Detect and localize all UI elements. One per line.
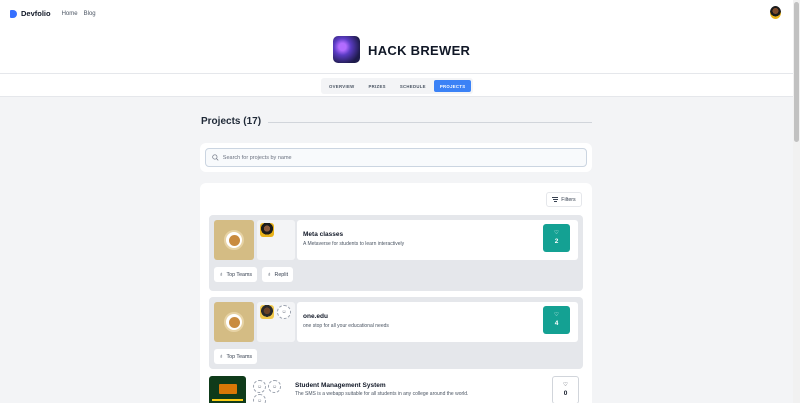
tab-group: OVERVIEW PRIZES SCHEDULE PROJECTS [321,78,474,94]
search-icon [212,154,219,161]
award-icon: ♁ [219,271,224,278]
project-details[interactable]: Student Management System The SMS is a w… [289,376,579,403]
hackathon-header: HACK BREWER [0,27,793,73]
member-placeholder-icon: ☺ [253,380,266,393]
project-name: Student Management System [295,382,386,389]
heart-icon: ♡ [563,381,568,388]
scrollbar-thumb[interactable] [794,2,799,142]
member-placeholder-icon: ☺ [277,305,291,319]
nav-link-blog[interactable]: Blog [84,11,96,17]
member-placeholder-icon: ☺ [268,380,281,393]
page-scrollbar[interactable] [793,0,800,403]
project-details[interactable]: one.edu one stop for all your educationa… [297,302,578,342]
thumbnail-graphic [219,384,237,394]
like-count: 4 [554,320,559,327]
member-avatar[interactable] [260,223,274,237]
tab-projects[interactable]: PROJECTS [433,80,472,92]
project-thumbnail [209,376,246,403]
project-name: Meta classes [303,231,344,238]
thumbnail-graphic [212,399,243,401]
like-button[interactable]: ♡ 2 [543,224,570,252]
like-count: 2 [554,238,559,245]
trophy-badge-icon [224,312,244,332]
member-avatar[interactable] [260,305,274,319]
award-icon: ♁ [267,271,272,278]
brand-name: Devfolio [21,9,51,18]
project-card-meta-classes[interactable]: Meta classes A Metaverse for students to… [209,215,583,291]
nav-link-home[interactable]: Home [62,11,78,17]
tag-top-teams[interactable]: ♁ Top Teams [214,349,258,364]
tag-label: Top Teams [226,271,253,278]
project-details[interactable]: Meta classes A Metaverse for students to… [297,220,578,260]
filter-icon [552,197,559,202]
like-button[interactable]: ♡ 4 [543,306,570,334]
trophy-badge-icon [224,230,244,250]
like-button[interactable]: ♡ 0 [552,376,579,403]
heart-icon: ♡ [554,311,559,318]
devfolio-logo-icon [10,9,17,18]
top-navbar: Devfolio Home Blog [0,0,793,27]
filters-button[interactable]: Filters [546,192,582,207]
member-placeholder-icon: ☺ [253,394,266,403]
project-description: A Metaverse for students to learn intera… [303,241,405,247]
tag-replit[interactable]: ♁ Replit [262,267,294,282]
projects-heading: Projects (17) [201,116,262,127]
tag-top-teams[interactable]: ♁ Top Teams [214,267,258,282]
search-box[interactable] [205,148,587,167]
projects-panel: Filters Meta classes A Metaverse for stu… [200,183,592,403]
team-members: ☺ [257,302,295,342]
project-card-one-edu[interactable]: ☺ one.edu one stop for all your educatio… [209,297,583,369]
team-members [257,220,295,260]
hackathon-logo [333,36,360,63]
search-container [200,143,592,172]
project-tags: ♁ Top Teams [214,349,258,364]
tab-prizes[interactable]: PRIZES [362,80,391,92]
award-icon: ♁ [219,353,224,360]
tag-label: Replit [274,271,289,278]
tab-overview[interactable]: OVERVIEW [323,80,360,92]
tabs-bar: OVERVIEW PRIZES SCHEDULE PROJECTS [0,73,793,97]
project-description: one stop for all your educational needs [303,323,389,329]
heading-divider [268,122,592,123]
user-avatar[interactable] [770,6,781,19]
like-count: 0 [563,390,568,397]
project-card-student-management[interactable]: ☺ ☺ ☺ Student Management System The SMS … [209,376,583,403]
nav-links: Home Blog [62,11,96,17]
project-thumbnail [214,220,254,260]
project-name: one.edu [303,313,328,320]
project-description: The SMS is a webapp suitable for all stu… [295,391,469,397]
devfolio-logo[interactable]: Devfolio [10,9,51,18]
hackathon-title: HACK BREWER [368,43,471,58]
project-tags: ♁ Top Teams ♁ Replit [214,267,294,282]
search-input[interactable] [222,154,580,161]
tab-schedule[interactable]: SCHEDULE [394,80,432,92]
project-thumbnail [214,302,254,342]
heart-icon: ♡ [554,229,559,236]
filters-label: Filters [561,196,576,203]
tag-label: Top Teams [226,353,253,360]
